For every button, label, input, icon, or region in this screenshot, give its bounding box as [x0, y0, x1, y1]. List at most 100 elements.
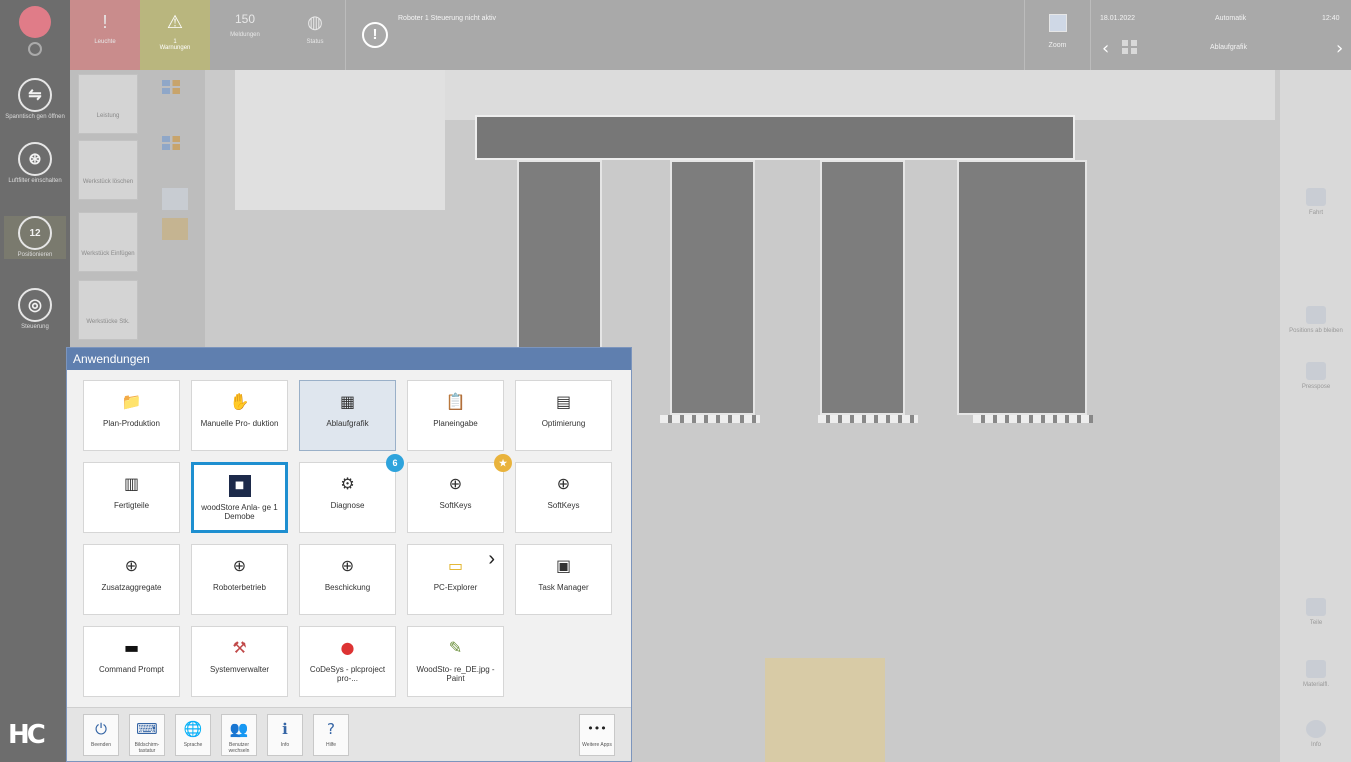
tab-messages[interactable]: 150 Meldungen [210, 0, 280, 70]
app-softkeys[interactable]: ⊕ SoftKeys [515, 462, 612, 533]
rail-position-label: Positionieren [17, 252, 53, 258]
flow-chart-icon[interactable] [162, 80, 188, 102]
app-flow-graphic[interactable]: ▦ Ablaufgrafik [299, 380, 396, 451]
tab-status-label: Status [306, 39, 324, 45]
app-plan-input[interactable]: 📋 Planeingabe [407, 380, 504, 451]
rail-control-label: Steuerung [21, 324, 49, 330]
checklist-icon[interactable] [162, 188, 188, 210]
view-grid-icon[interactable] [1122, 40, 1138, 54]
tab-alarm[interactable]: ! Leuchte [70, 0, 140, 70]
support-table [957, 160, 1087, 415]
delete-workpiece-card[interactable]: Werkstück löschen [78, 140, 138, 200]
info-icon [1306, 720, 1326, 738]
travel-label: Fahrt [1308, 210, 1323, 216]
app-diagnosis[interactable]: ⚙ Diagnose 6 [299, 454, 404, 533]
tab-status[interactable]: ◍ Status [280, 0, 350, 70]
parts-button[interactable]: Teile [1286, 598, 1346, 626]
switch-user-label: Benutzer wechseln [228, 742, 250, 754]
workpiece-count-label: Werkstücke Stk. [86, 319, 130, 325]
performance-card[interactable]: Leistung [78, 74, 138, 134]
applications-bottom-bar: ⏻ Beenden ⌨ Bildschirm- tastatur 🌐 Sprac… [67, 707, 631, 761]
favorite-badge: ★ [494, 454, 512, 472]
tools-icon: ⚒ [232, 638, 247, 657]
help-label: Hilfe [325, 742, 336, 748]
rail-filter-button[interactable]: ⊛ Luftfilter einschalten [4, 142, 66, 185]
tab-warning[interactable]: ⚠ 1 Warnungen [140, 0, 210, 70]
app-label: Plan-Produktion [103, 419, 160, 428]
material-flow-label: Materialfl. [1302, 682, 1329, 688]
tab-messages-label: Meldungen [230, 32, 260, 38]
position-hold-button[interactable]: Positions ab bleiben [1286, 306, 1346, 334]
rail-position-button[interactable]: 12 Positionieren [4, 216, 66, 259]
help-button[interactable]: ? Hilfe [313, 714, 349, 756]
rail-clamp-button[interactable]: ⇋ Spanntisch gen öffnen [4, 78, 66, 121]
app-label: Diagnose [330, 501, 365, 510]
gantry-beam [475, 115, 1075, 160]
alert-banner[interactable]: ! Roboter 1 Steuerung nicht aktiv [345, 0, 1025, 70]
travel-button[interactable]: Fahrt [1286, 188, 1346, 216]
app-paint[interactable]: ✎ WoodSto- re_DE.jpg - Paint [407, 626, 504, 697]
table-clamps [660, 415, 760, 423]
app-plan-production[interactable]: 📁 Plan-Produktion [83, 380, 180, 451]
app-system-admin[interactable]: ⚒ Systemverwalter [191, 626, 288, 697]
switch-user-button[interactable]: 👥 Benutzer wechseln [221, 714, 257, 756]
chevron-right-icon[interactable]: › [1336, 38, 1343, 59]
app-finished-parts[interactable]: ▥ Fertigteile [83, 462, 180, 533]
app-loading[interactable]: ⊕ Beschickung [299, 544, 396, 615]
insert-workpiece-card[interactable]: Werkstück Einfügen [78, 212, 138, 272]
info-button[interactable]: Info [1286, 720, 1346, 748]
codesys-icon: ● [340, 638, 355, 657]
chevron-left-icon[interactable]: ‹ [1102, 38, 1109, 59]
insert-workpiece-label: Werkstück Einfügen [81, 251, 135, 257]
app-task-manager[interactable]: ▣ Task Manager [515, 544, 612, 615]
shutdown-button[interactable]: ⏻ Beenden [83, 714, 119, 756]
position-hold-icon [1306, 306, 1326, 324]
app-optimization[interactable]: ▤ Optimierung [515, 380, 612, 451]
applications-panel: Anwendungen 📁 Plan-Produktion ✋ Manuelle… [66, 347, 632, 762]
info-label: Info [1310, 742, 1321, 748]
more-apps-label: Weitere Apps [582, 742, 612, 748]
on-screen-keyboard-button[interactable]: ⌨ Bildschirm- tastatur [129, 714, 165, 756]
info-button[interactable]: ℹ Info [267, 714, 303, 756]
app-additional-units[interactable]: ⊕ Zusatzaggregate [83, 544, 180, 615]
app-label: Planeingabe [433, 419, 478, 428]
info-icon: ℹ [282, 720, 288, 738]
app-label: Zusatzaggregate [101, 583, 162, 592]
workpiece-count-card[interactable]: Werkstücke Stk. [78, 280, 138, 340]
help-icon: ? [327, 720, 335, 738]
right-panel: Fahrt Positions ab bleiben Presspose Tei… [1280, 70, 1351, 762]
power-icon: ⏻ [95, 720, 107, 738]
optimization-icon: ▤ [555, 392, 572, 411]
left-rail: ⇋ Spanntisch gen öffnen ⊛ Luftfilter ein… [0, 0, 70, 762]
task-manager-icon: ▣ [555, 556, 572, 575]
hc-logo: HC [8, 720, 46, 750]
rail-control-button[interactable]: ◎ Steuerung [4, 288, 66, 331]
flow-chart-icon[interactable] [162, 136, 188, 158]
more-apps-button[interactable]: ••• Weitere Apps [579, 714, 615, 756]
press-pose-button[interactable]: Presspose [1286, 362, 1346, 390]
app-robot-operation[interactable]: ⊕ Roboterbetrieb [191, 544, 288, 615]
app-label: Fertigteile [113, 501, 150, 510]
gear-icon[interactable] [28, 42, 42, 56]
app-manual-production[interactable]: ✋ Manuelle Pro- duktion [191, 380, 288, 451]
flow-graphic-icon: ▦ [339, 392, 356, 411]
material-flow-button[interactable]: Materialfl. [1286, 660, 1346, 688]
app-label: WoodSto- re_DE.jpg - Paint [416, 665, 495, 683]
notification-badge: 6 [386, 454, 404, 472]
app-woodstore[interactable]: ■ woodStore Anla- ge 1 Demobe [191, 462, 288, 533]
position-icon: 12 [18, 216, 52, 250]
tab-alarm-label: Leuchte [94, 39, 116, 45]
language-button[interactable]: 🌐 Sprache [175, 714, 211, 756]
zoom-button[interactable]: Zoom [1025, 0, 1091, 70]
app-label: Command Prompt [99, 665, 164, 674]
view-display: Ablaufgrafik [1210, 44, 1247, 51]
app-label: CoDeSys - plcproject pro-... [309, 665, 386, 683]
chevron-right-icon[interactable]: › [488, 549, 495, 569]
users-icon: 👥 [229, 720, 249, 738]
app-pc-explorer[interactable]: ▭ PC-Explorer › [407, 544, 504, 615]
support-table [670, 160, 755, 415]
material-icon[interactable] [162, 218, 188, 240]
app-command-prompt[interactable]: ▬ Command Prompt [83, 626, 180, 697]
app-softkeys[interactable]: ⊕ SoftKeys ★ [407, 454, 512, 533]
app-codesys[interactable]: ● CoDeSys - plcproject pro-... [299, 626, 396, 697]
